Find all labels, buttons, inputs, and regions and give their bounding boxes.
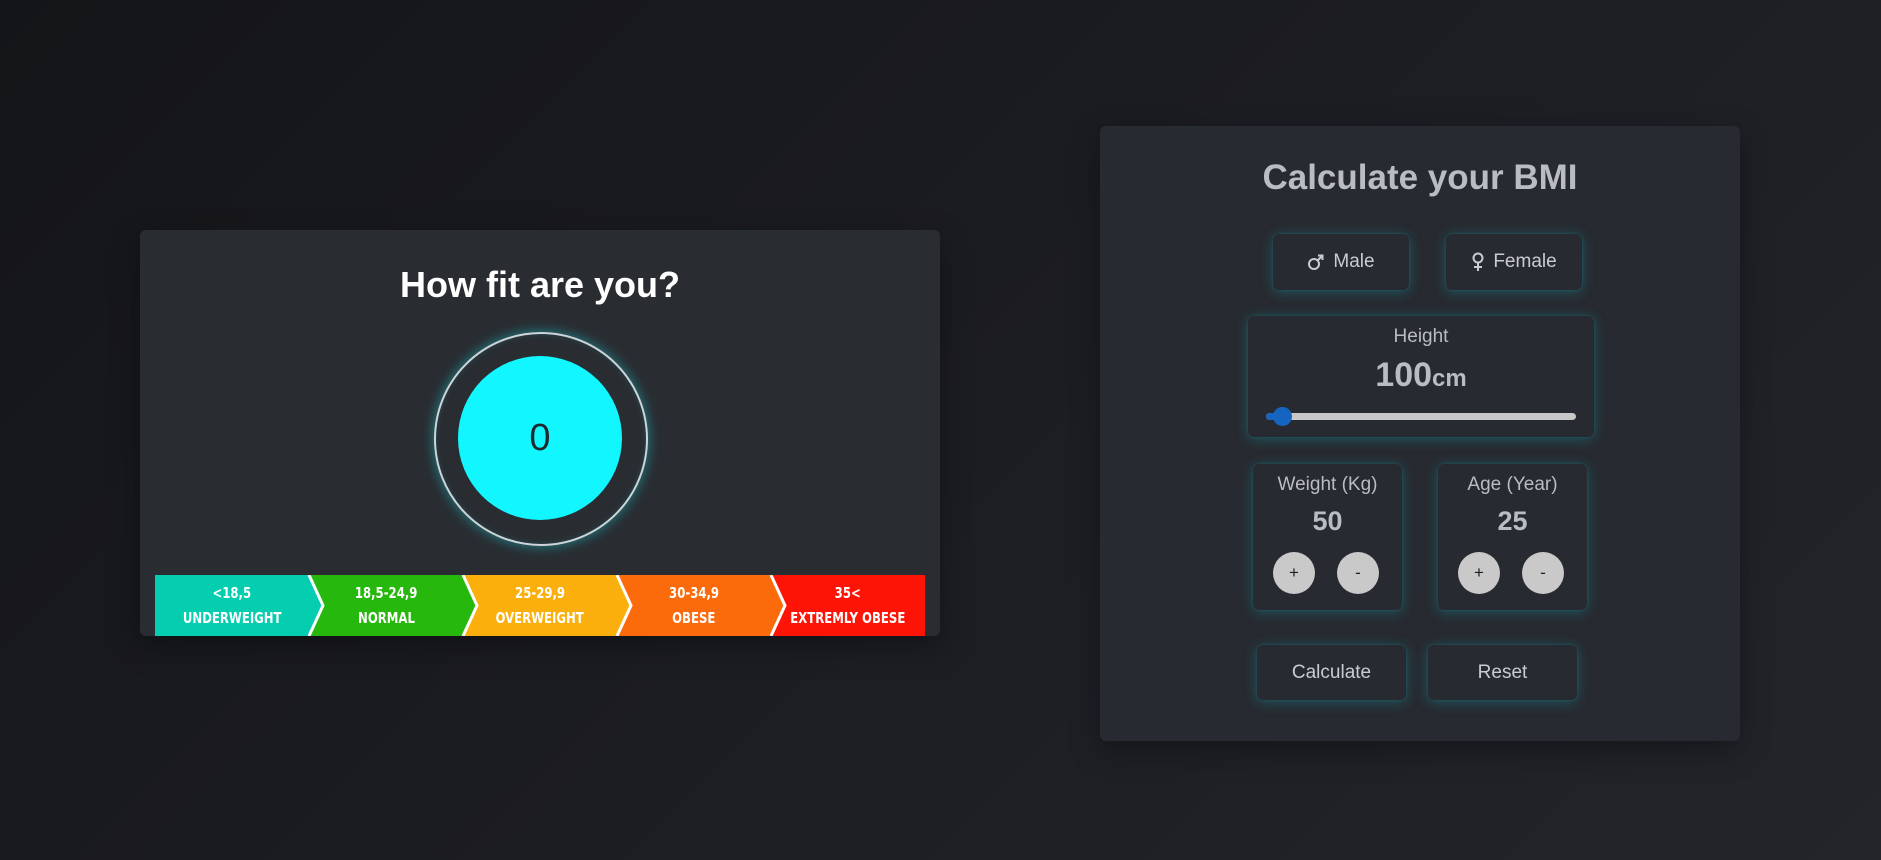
height-number: 100: [1375, 356, 1433, 394]
scale-segment-fill: [463, 575, 631, 636]
result-card: How fit are you? 0 <18,5 UNDERWEIGHT 18,…: [140, 230, 940, 636]
height-panel: Height 100cm: [1248, 316, 1594, 437]
scale-segment-fill: [309, 575, 477, 636]
age-label: Age (Year): [1467, 474, 1558, 495]
height-slider-thumb[interactable]: [1272, 407, 1292, 426]
male-label: Male: [1333, 251, 1375, 272]
age-panel: Age (Year) 25 + -: [1438, 464, 1587, 610]
bmi-calculator-card: Calculate your BMI Male Female Height 10…: [1100, 126, 1740, 741]
height-value: 100cm: [1248, 356, 1594, 395]
height-unit: cm: [1432, 365, 1467, 392]
weight-panel: Weight (Kg) 50 + -: [1253, 464, 1402, 610]
weight-label: Weight (Kg): [1277, 474, 1378, 495]
weight-increment-button[interactable]: +: [1273, 552, 1315, 594]
weight-decrement-button[interactable]: -: [1337, 552, 1379, 594]
age-value: 25: [1497, 506, 1528, 536]
bmi-gauge: 0: [458, 356, 622, 520]
weight-value: 50: [1312, 506, 1343, 536]
male-symbol-icon: [1307, 253, 1325, 271]
female-label: Female: [1493, 251, 1557, 272]
female-symbol-icon: [1471, 252, 1485, 272]
age-increment-button[interactable]: +: [1458, 552, 1500, 594]
bmi-scale: [155, 575, 925, 636]
calculator-title: Calculate your BMI: [1262, 158, 1578, 197]
reset-button[interactable]: Reset: [1428, 645, 1577, 700]
height-slider[interactable]: [1266, 407, 1576, 426]
scale-segment-fill: [155, 575, 323, 636]
age-decrement-button[interactable]: -: [1522, 552, 1564, 594]
scale-segment-fill: [617, 575, 785, 636]
bmi-value: 0: [529, 416, 551, 459]
scale-segment-fill: [771, 575, 925, 636]
calculate-button[interactable]: Calculate: [1257, 645, 1406, 700]
result-title: How fit are you?: [399, 264, 681, 305]
male-button[interactable]: Male: [1273, 234, 1409, 290]
female-button[interactable]: Female: [1446, 234, 1582, 290]
height-label: Height: [1393, 326, 1449, 347]
